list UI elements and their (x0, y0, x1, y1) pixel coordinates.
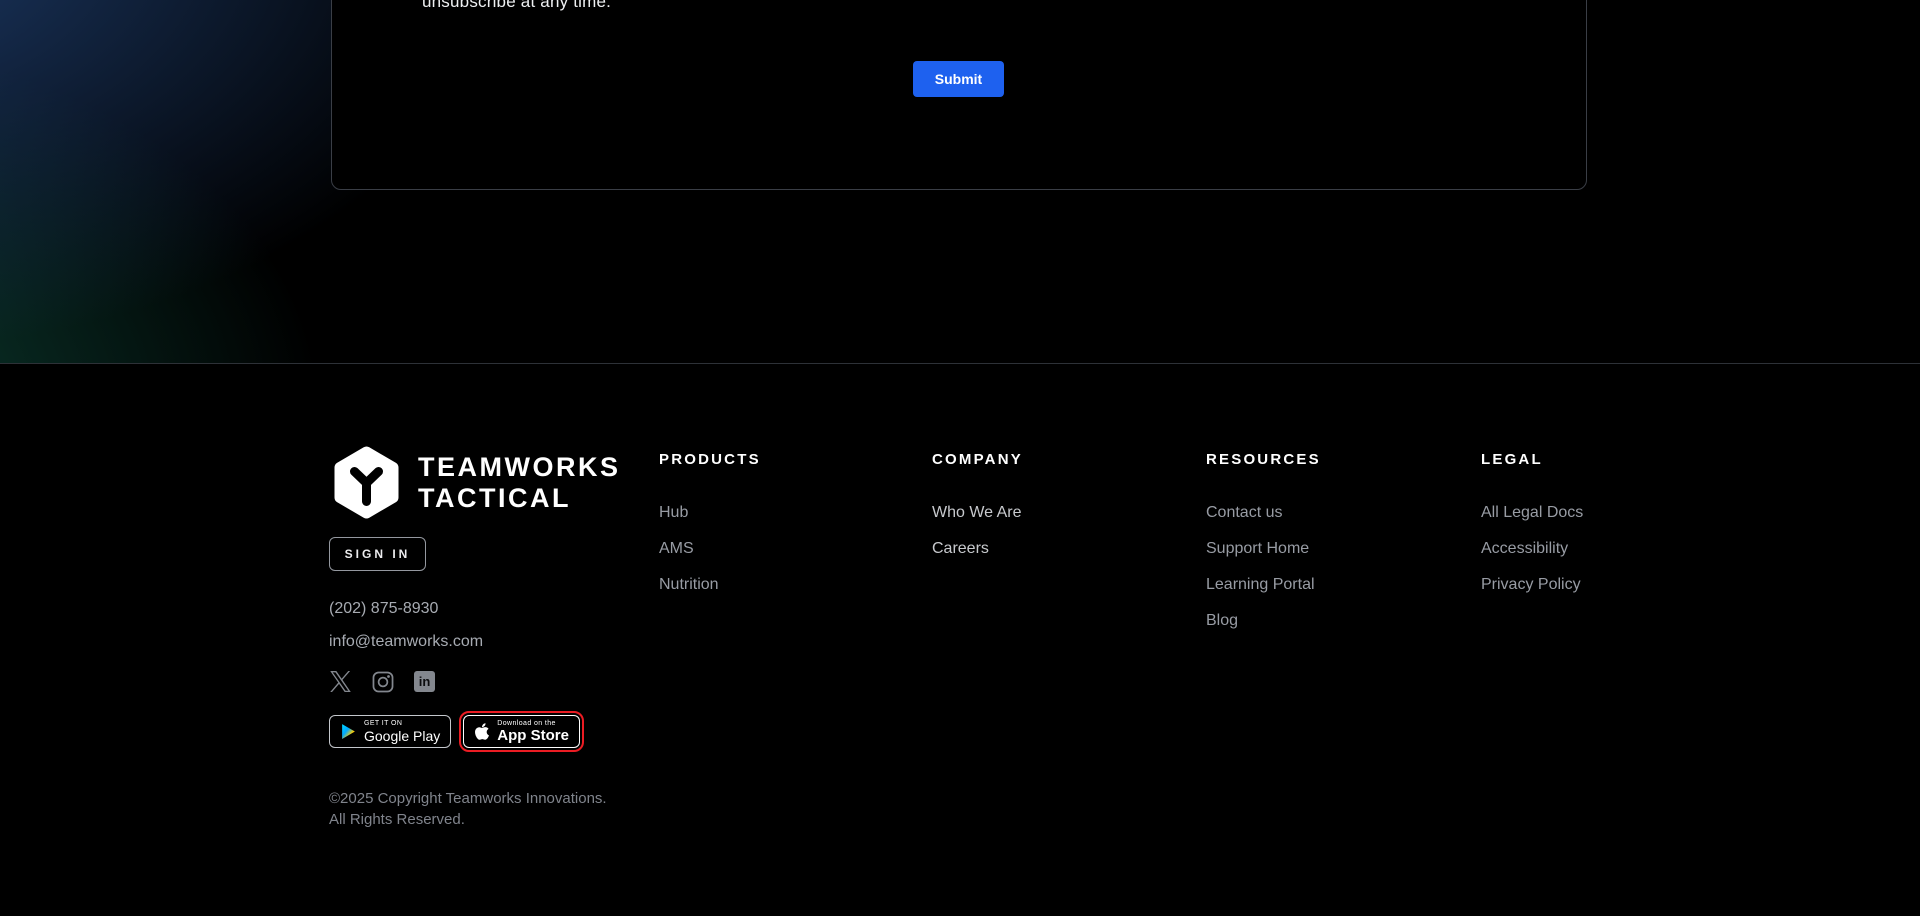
store-badges-row: GET IT ON Google Play Download on the Ap… (329, 715, 580, 748)
column-heading: LEGAL (1481, 451, 1583, 468)
brand-line1: TEAMWORKS (418, 452, 620, 483)
footer-link-all-legal-docs[interactable]: All Legal Docs (1481, 504, 1583, 521)
google-play-icon (340, 722, 357, 741)
footer-link-hub[interactable]: Hub (659, 504, 688, 521)
footer-link-support-home[interactable]: Support Home (1206, 540, 1309, 557)
phone-link[interactable]: (202) 875-8930 (329, 600, 438, 618)
footer-link-learning-portal[interactable]: Learning Portal (1206, 576, 1315, 593)
footer-column-legal: LEGAL All Legal Docs Accessibility Priva… (1481, 451, 1583, 612)
brand-logo[interactable]: TEAMWORKS TACTICAL (329, 445, 620, 520)
footer-link-careers[interactable]: Careers (932, 540, 989, 557)
footer-column-company: COMPANY Who We Are Careers (932, 451, 1023, 576)
google-play-store-label: Google Play (364, 728, 440, 744)
footer-link-blog[interactable]: Blog (1206, 612, 1238, 629)
copyright-line1: ©2025 Copyright Teamworks Innovations. (329, 788, 607, 809)
google-play-tagline: GET IT ON (364, 720, 440, 728)
google-play-badge[interactable]: GET IT ON Google Play (329, 715, 451, 748)
column-heading: PRODUCTS (659, 451, 761, 468)
copyright-text: ©2025 Copyright Teamworks Innovations. A… (329, 788, 607, 830)
instagram-icon[interactable] (371, 670, 394, 693)
submit-button[interactable]: Submit (913, 61, 1004, 97)
apple-icon (474, 722, 490, 741)
social-links-row: in (329, 670, 436, 693)
footer: TEAMWORKS TACTICAL SIGN IN (202) 875-893… (0, 363, 1920, 916)
column-heading: RESOURCES (1206, 451, 1321, 468)
app-store-badge-text: Download on the App Store (497, 720, 569, 744)
teamworks-hexagon-icon (329, 445, 404, 520)
footer-column-resources: RESOURCES Contact us Support Home Learni… (1206, 451, 1321, 648)
app-store-store-label: App Store (497, 728, 569, 744)
footer-link-nutrition[interactable]: Nutrition (659, 576, 719, 593)
google-play-badge-text: GET IT ON Google Play (364, 720, 440, 744)
footer-link-accessibility[interactable]: Accessibility (1481, 540, 1568, 557)
column-heading: COMPANY (932, 451, 1023, 468)
x-icon[interactable] (329, 670, 352, 693)
footer-link-contact-us[interactable]: Contact us (1206, 504, 1282, 521)
brand-line2: TACTICAL (418, 483, 620, 514)
footer-link-who-we-are[interactable]: Who We Are (932, 504, 1022, 521)
footer-column-products: PRODUCTS Hub AMS Nutrition (659, 451, 761, 612)
linkedin-icon[interactable]: in (413, 670, 436, 693)
sign-in-button[interactable]: SIGN IN (329, 537, 426, 571)
copyright-line2: All Rights Reserved. (329, 809, 607, 830)
app-store-badge[interactable]: Download on the App Store (463, 715, 580, 748)
footer-link-ams[interactable]: AMS (659, 540, 694, 557)
page: unsubscribe at any time. Submit TEAMWORK… (0, 0, 1920, 916)
brand-wordmark: TEAMWORKS TACTICAL (418, 452, 620, 514)
linkedin-glyph: in (414, 671, 435, 692)
newsletter-disclaimer-text: unsubscribe at any time. (422, 0, 611, 12)
footer-link-privacy-policy[interactable]: Privacy Policy (1481, 576, 1581, 593)
email-link[interactable]: info@teamworks.com (329, 633, 483, 651)
